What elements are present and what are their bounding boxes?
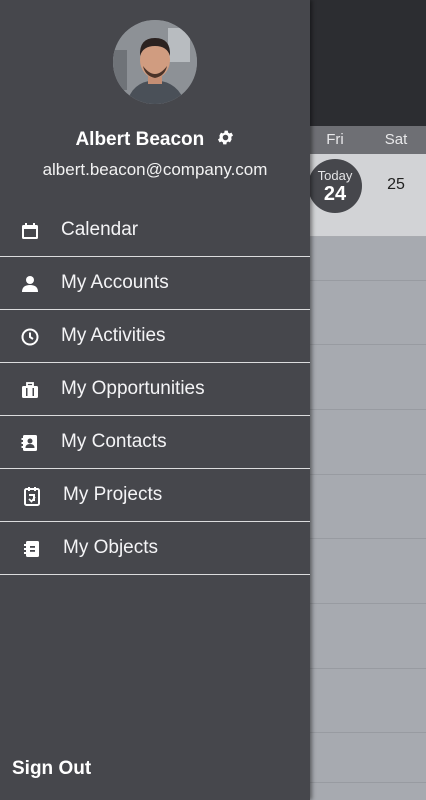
avatar-photo (113, 20, 197, 104)
person-icon (20, 274, 40, 294)
menu-item-my-opportunities[interactable]: My Opportunities (0, 363, 310, 416)
menu-item-label: My Activities (61, 325, 166, 346)
menu-item-my-contacts[interactable]: My Contacts (0, 416, 310, 469)
menu-item-label: Calendar (61, 219, 139, 240)
menu-item-label: My Accounts (61, 272, 169, 293)
today-date-number: 24 (323, 183, 347, 205)
avatar[interactable] (113, 20, 197, 104)
calendar-icon (20, 221, 40, 241)
menu-item-my-accounts[interactable]: My Accounts (0, 257, 310, 310)
drawer-menu: Calendar My Accounts My Activities My Op… (0, 204, 310, 575)
menu-item-my-objects[interactable]: My Objects (0, 522, 310, 575)
contact-card-icon (20, 433, 40, 453)
menu-item-label: My Projects (63, 484, 163, 505)
day-header-fri: Fri (326, 131, 344, 148)
menu-item-my-activities[interactable]: My Activities (0, 310, 310, 363)
navigation-drawer: Albert Beacon albert.beacon@company.com … (0, 0, 310, 800)
gear-icon[interactable] (216, 128, 235, 153)
user-email: albert.beacon@company.com (42, 160, 268, 179)
menu-item-label: My Contacts (61, 431, 167, 452)
notebook-icon (22, 539, 42, 559)
clock-icon (20, 327, 40, 347)
user-name-row: Albert Beacon (0, 128, 310, 153)
menu-item-label: My Objects (63, 537, 159, 558)
project-clipboard-icon (22, 486, 42, 506)
menu-item-label: My Opportunities (61, 378, 205, 399)
menu-item-my-projects[interactable]: My Projects (0, 469, 310, 522)
today-date-cell[interactable]: Today 24 (308, 159, 362, 213)
sign-out-button[interactable]: Sign Out (12, 758, 91, 780)
today-label: Today (317, 168, 353, 183)
day-header-sat: Sat (384, 131, 408, 148)
briefcase-icon (20, 380, 40, 400)
date-cell-25[interactable]: 25 (376, 176, 416, 194)
menu-item-calendar[interactable]: Calendar (0, 204, 310, 257)
user-name: Albert Beacon (75, 129, 205, 150)
